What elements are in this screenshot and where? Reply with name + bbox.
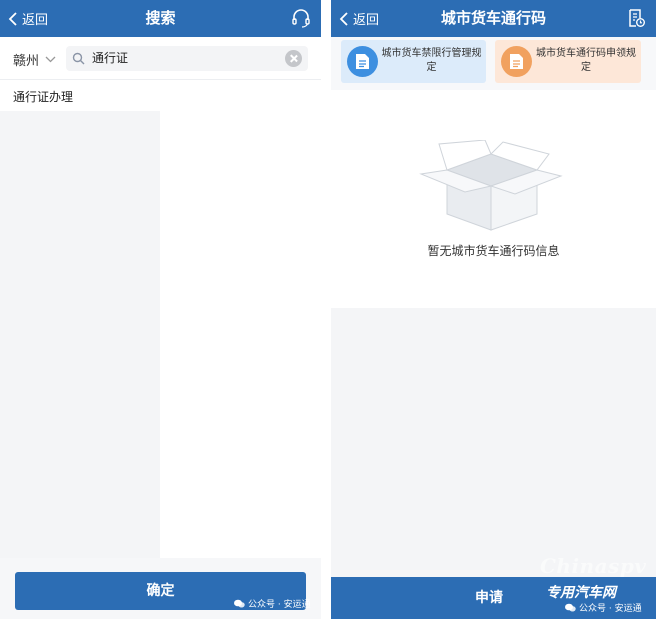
brand-logo-cn: 专用汽车网 xyxy=(546,585,616,601)
watermark: 公众号 · 安运通 xyxy=(565,601,642,614)
watermark-text: 公众号 · 安运通 xyxy=(579,604,642,614)
city-selector[interactable]: 赣州 xyxy=(13,50,56,69)
document-icon xyxy=(501,46,532,77)
page-title: 城市货车通行码 xyxy=(440,9,546,27)
search-icon xyxy=(72,52,85,65)
brand-logo-en: Chinaspv xyxy=(540,554,647,578)
clear-icon[interactable] xyxy=(285,50,302,67)
wechat-icon xyxy=(565,603,576,612)
empty-state-text: 暂无城市货车通行码信息 xyxy=(427,244,560,258)
suggestion-item[interactable]: 通行证办理 xyxy=(13,88,73,105)
search-screen: 返回 搜索 赣州 通行证 通行证办理 确定 公众号 · 安运通 xyxy=(0,0,321,619)
watermark-text: 公众号 · 安运通 xyxy=(248,600,311,610)
search-query: 通行证 xyxy=(92,51,129,65)
apply-label: 申请 xyxy=(475,590,503,606)
blank-area xyxy=(0,111,160,558)
regulation-cards: 城市货车禁限行管理规定 城市货车通行码申领规定 xyxy=(331,37,656,90)
page-title: 搜索 xyxy=(145,9,176,27)
regulation-card-restrictions[interactable]: 城市货车禁限行管理规定 xyxy=(341,40,486,83)
city-label: 赣州 xyxy=(13,54,40,69)
regulation-card-application[interactable]: 城市货车通行码申领规定 xyxy=(495,40,641,83)
truck-pass-screen: 返回 城市货车通行码 城市货车禁限行管理规定 城市货车通行码申领规定 暂无城市货… xyxy=(331,0,656,619)
document-history-icon[interactable] xyxy=(626,8,646,28)
empty-box-icon xyxy=(419,140,563,231)
card-label: 城市货车通行码申领规定 xyxy=(536,48,636,73)
search-input[interactable]: 通行证 xyxy=(66,46,308,71)
watermark: 公众号 · 安运通 xyxy=(234,597,311,610)
search-header: 返回 搜索 xyxy=(0,0,321,37)
blank-area xyxy=(331,308,656,577)
pass-header: 返回 城市货车通行码 xyxy=(331,0,656,37)
chevron-down-icon xyxy=(45,56,56,63)
document-icon xyxy=(347,46,378,77)
card-label: 城市货车禁限行管理规定 xyxy=(381,48,482,73)
divider xyxy=(0,79,321,80)
headset-icon[interactable] xyxy=(291,8,311,28)
wechat-icon xyxy=(234,599,245,608)
